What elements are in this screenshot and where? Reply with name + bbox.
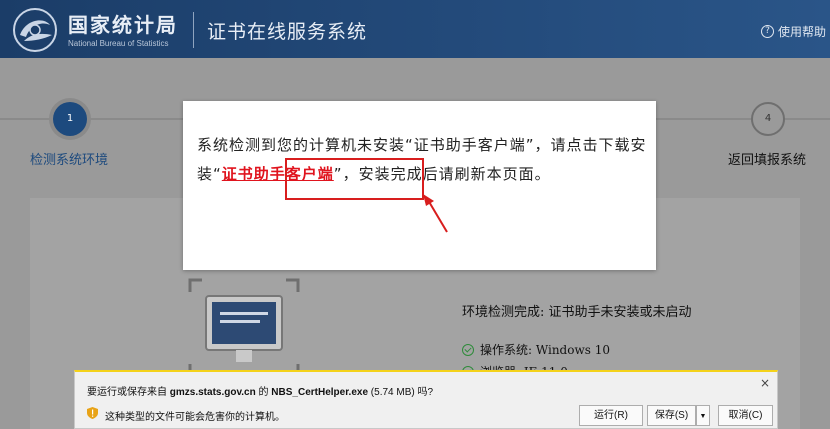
step-1-circle: 1 <box>53 102 87 136</box>
pointer-arrow-icon <box>423 194 448 233</box>
security-shield-icon <box>87 407 98 419</box>
nbs-logo-icon <box>13 8 57 52</box>
download-filename: NBS_CertHelper.exe <box>271 387 369 398</box>
help-link[interactable]: ? 使用帮助 <box>760 23 826 40</box>
run-button[interactable]: 运行(R) <box>579 405 643 426</box>
link-highlight-box <box>285 158 424 200</box>
step-4-circle[interactable]: 4 <box>751 102 785 136</box>
close-icon[interactable]: × <box>760 376 770 390</box>
check-circle-icon <box>462 343 474 356</box>
app-header: 国家统计局 National Bureau of Statistics 证书在线… <box>0 0 830 58</box>
download-prompt: 要运行或保存来自 gmzs.stats.gov.cn 的 NBS_CertHel… <box>87 383 433 398</box>
save-dropdown-button[interactable]: ▼ <box>696 405 710 426</box>
modal-message: 系统检测到您的计算机未安装“证书助手客户端”，请点击下载安装“证书助手客户端”，… <box>197 131 652 189</box>
download-host: gmzs.stats.gov.cn <box>169 387 256 398</box>
download-notification-bar: 要运行或保存来自 gmzs.stats.gov.cn 的 NBS_CertHel… <box>74 370 778 429</box>
download-size: (5.74 MB) <box>370 387 415 398</box>
save-button[interactable]: 保存(S) <box>647 405 696 426</box>
env-item-label: 操作系统: Windows 10 <box>480 343 610 357</box>
env-item-os: 操作系统: Windows 10 <box>462 341 610 358</box>
logo-title-en: National Bureau of Statistics <box>68 39 169 48</box>
cancel-button[interactable]: 取消(C) <box>718 405 773 426</box>
download-warning: 这种类型的文件可能会危害你的计算机。 <box>105 412 285 423</box>
prompt-suffix: 吗? <box>417 387 434 398</box>
prompt-mid: 的 <box>258 387 269 398</box>
step-1-label: 检测系统环境 <box>30 153 109 168</box>
help-icon: ? <box>760 25 774 38</box>
step-4-label[interactable]: 返回填报系统 <box>728 149 806 168</box>
prompt-prefix: 要运行或保存来自 <box>87 387 167 398</box>
computer-illustration-icon <box>188 278 300 378</box>
header-divider <box>193 12 194 48</box>
chevron-down-icon: ▼ <box>699 413 707 420</box>
system-title: 证书在线服务系统 <box>207 21 368 43</box>
logo-title-cn: 国家统计局 <box>68 13 178 37</box>
env-check-title: 环境检测完成: 证书助手未安装或未启动 <box>462 305 692 320</box>
help-label: 使用帮助 <box>777 25 826 39</box>
